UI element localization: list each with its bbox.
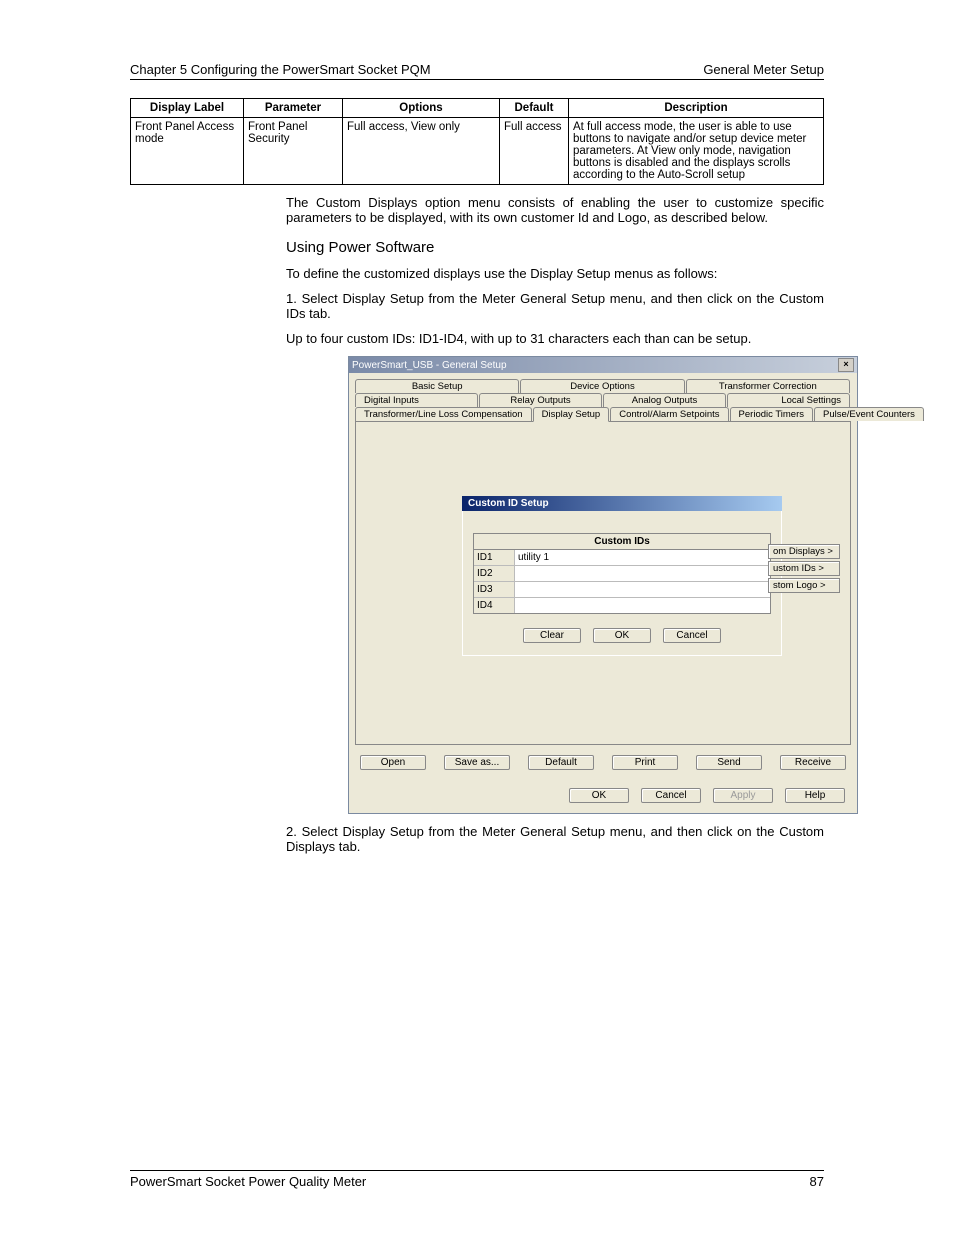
tab-local-settings[interactable]: Local Settings [727, 393, 850, 407]
page-footer: PowerSmart Socket Power Quality Meter 87 [130, 1170, 824, 1189]
general-setup-dialog: PowerSmart_USB - General Setup × Basic S… [348, 356, 858, 814]
body-text: The Custom Displays option menu consists… [286, 195, 824, 854]
tab-transformer-correction[interactable]: Transformer Correction [686, 379, 850, 393]
table-row: Front Panel Access mode Front Panel Secu… [131, 118, 824, 185]
dialog-action-row: Open Save as... Default Print Send Recei… [349, 751, 857, 782]
parameter-table: Display Label Parameter Options Default … [130, 98, 824, 185]
apply-button[interactable]: Apply [713, 788, 773, 803]
custom-id-setup-title: Custom ID Setup [462, 496, 782, 511]
custom-ids-box: Custom IDs ID1 ID2 ID3 [473, 533, 771, 614]
open-button[interactable]: Open [360, 755, 426, 770]
id-row-2: ID2 [474, 566, 770, 582]
th-parameter: Parameter [244, 99, 343, 118]
default-button[interactable]: Default [528, 755, 594, 770]
inner-cancel-button[interactable]: Cancel [663, 628, 721, 643]
tab-transformer-line-loss[interactable]: Transformer/Line Loss Compensation [355, 407, 532, 421]
cell-parameter: Front Panel Security [244, 118, 343, 185]
clear-button[interactable]: Clear [523, 628, 581, 643]
custom-ids-sidebtn[interactable]: ustom IDs > [768, 561, 840, 576]
tab-device-options[interactable]: Device Options [520, 379, 684, 393]
id2-input[interactable] [515, 566, 770, 581]
step-1: 1. Select Display Setup from the Meter G… [286, 291, 824, 321]
footer-left: PowerSmart Socket Power Quality Meter [130, 1174, 366, 1189]
th-options: Options [343, 99, 500, 118]
ok-button[interactable]: OK [569, 788, 629, 803]
custom-ids-header: Custom IDs [474, 534, 770, 550]
tab-relay-outputs[interactable]: Relay Outputs [479, 393, 602, 407]
id1-label: ID1 [474, 550, 515, 565]
tab-analog-outputs[interactable]: Analog Outputs [603, 393, 726, 407]
dialog-title: PowerSmart_USB - General Setup [352, 360, 507, 371]
header-left: Chapter 5 Configuring the PowerSmart Soc… [130, 62, 431, 77]
th-description: Description [569, 99, 824, 118]
th-display-label: Display Label [131, 99, 244, 118]
tab-pulse-event-counters[interactable]: Pulse/Event Counters [814, 407, 924, 421]
step-2: 2. Select Display Setup from the Meter G… [286, 824, 824, 854]
tab-digital-inputs[interactable]: Digital Inputs [355, 393, 478, 407]
cancel-button[interactable]: Cancel [641, 788, 701, 803]
side-buttons: om Displays > ustom IDs > stom Logo > [768, 544, 840, 593]
th-default: Default [500, 99, 569, 118]
section-heading: Using Power Software [286, 239, 824, 256]
tab-periodic-timers[interactable]: Periodic Timers [730, 407, 813, 421]
footer-right: 87 [810, 1174, 824, 1189]
id-row-1: ID1 [474, 550, 770, 566]
id3-input[interactable] [515, 582, 770, 597]
print-button[interactable]: Print [612, 755, 678, 770]
send-button[interactable]: Send [696, 755, 762, 770]
inner-ok-button[interactable]: OK [593, 628, 651, 643]
cell-description: At full access mode, the user is able to… [569, 118, 824, 185]
custom-logo-sidebtn[interactable]: stom Logo > [768, 578, 840, 593]
intro-paragraph: The Custom Displays option menu consists… [286, 195, 824, 225]
id1-input[interactable] [515, 550, 770, 565]
receive-button[interactable]: Receive [780, 755, 846, 770]
close-icon[interactable]: × [838, 358, 854, 372]
id2-label: ID2 [474, 566, 515, 581]
id3-label: ID3 [474, 582, 515, 597]
cell-default: Full access [500, 118, 569, 185]
id4-input[interactable] [515, 598, 770, 613]
tab-display-setup[interactable]: Display Setup [533, 407, 610, 422]
cell-options: Full access, View only [343, 118, 500, 185]
id4-label: ID4 [474, 598, 515, 613]
paragraph-1: To define the customized displays use th… [286, 266, 824, 281]
tab-control-alarm-setpoints[interactable]: Control/Alarm Setpoints [610, 407, 728, 421]
paragraph-2: Up to four custom IDs: ID1-ID4, with up … [286, 331, 824, 346]
id-row-4: ID4 [474, 598, 770, 613]
id-row-3: ID3 [474, 582, 770, 598]
page-header: Chapter 5 Configuring the PowerSmart Soc… [130, 62, 824, 80]
cell-display-label: Front Panel Access mode [131, 118, 244, 185]
dialog-bottom-buttons: OK Cancel Apply Help [349, 782, 857, 813]
dialog-titlebar: PowerSmart_USB - General Setup × [349, 357, 857, 373]
tab-basic-setup[interactable]: Basic Setup [355, 379, 519, 393]
custom-id-setup-panel: Custom ID Setup Custom IDs ID1 ID2 [462, 496, 782, 656]
custom-displays-sidebtn[interactable]: om Displays > [768, 544, 840, 559]
save-as-button[interactable]: Save as... [444, 755, 510, 770]
tab-panel: Custom ID Setup Custom IDs ID1 ID2 [355, 421, 851, 745]
header-right: General Meter Setup [703, 62, 824, 77]
help-button[interactable]: Help [785, 788, 845, 803]
